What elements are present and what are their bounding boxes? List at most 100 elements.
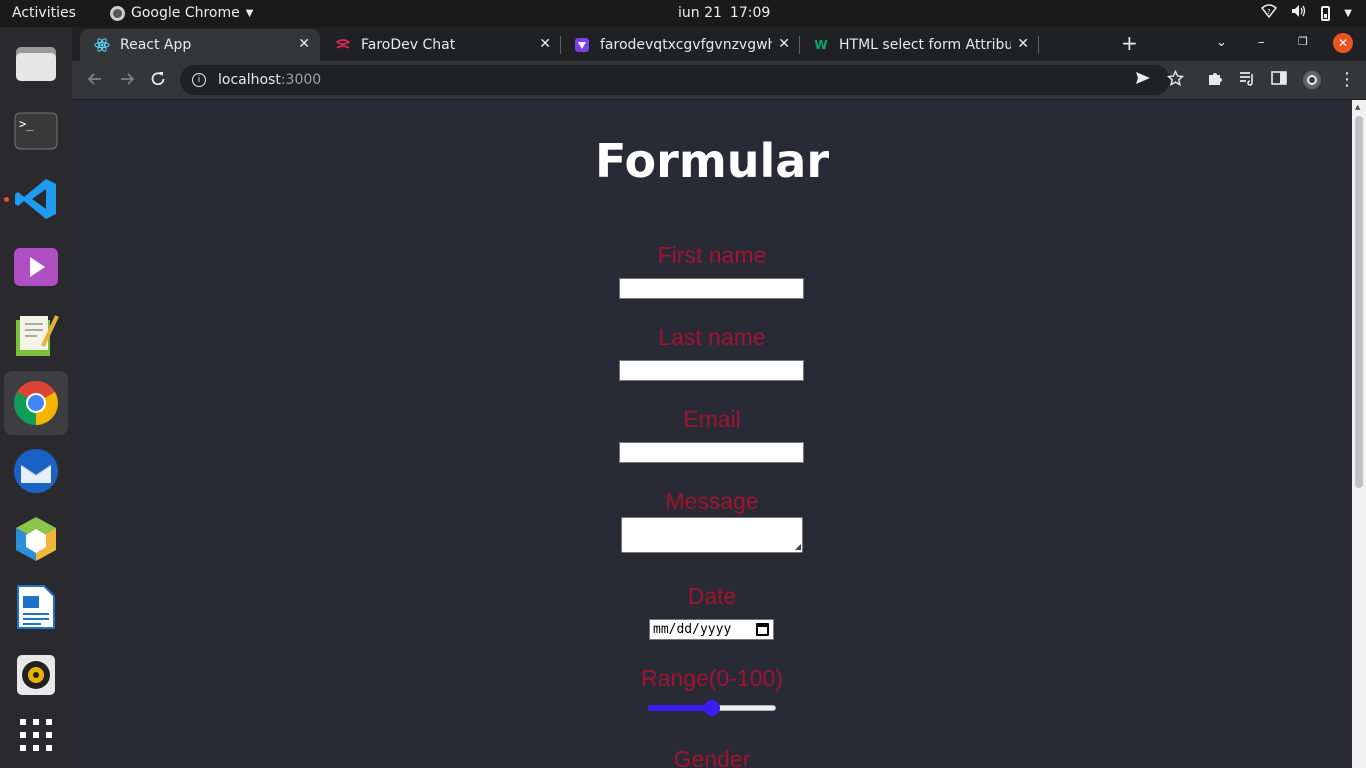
last-name-label: Last name xyxy=(658,324,766,350)
media-queue-icon[interactable] xyxy=(1239,70,1256,92)
app-menu-label: Google Chrome xyxy=(131,5,240,21)
tab-close-icon[interactable]: ✕ xyxy=(778,36,790,52)
chrome-icon xyxy=(14,381,58,425)
dock-virtualbox[interactable] xyxy=(4,507,68,571)
mail-icon xyxy=(14,449,58,493)
tab-strip: React App ✕ FaroDev Chat ✕ farodevqtxcgv… xyxy=(72,27,1366,61)
calendar-icon[interactable] xyxy=(756,623,769,636)
tab-title: React App xyxy=(120,37,192,53)
volume-icon xyxy=(1291,4,1307,22)
reload-button[interactable] xyxy=(149,70,167,93)
network-icon: ? xyxy=(1261,4,1278,22)
w3schools-favicon-icon: W xyxy=(814,38,828,52)
clock[interactable]: iun 21 17:09 xyxy=(678,5,770,21)
slider-fill xyxy=(648,705,712,711)
grid-icon xyxy=(20,719,52,751)
site-info-icon[interactable]: i xyxy=(192,73,206,87)
back-button[interactable] xyxy=(86,70,104,93)
dock-rhythmbox[interactable] xyxy=(4,643,68,707)
document-icon xyxy=(17,585,55,629)
svg-text:>_: >_ xyxy=(19,117,34,131)
new-tab-button[interactable]: + xyxy=(1121,33,1138,53)
chrome-menu-icon[interactable]: ⋮ xyxy=(1338,70,1356,90)
scrollbar-thumb[interactable] xyxy=(1355,116,1363,488)
range-label: Range(0-100) xyxy=(641,665,783,691)
power-menu-caret-icon: ▼ xyxy=(1344,7,1352,19)
profile-avatar[interactable] xyxy=(1302,70,1322,95)
reload-icon xyxy=(151,72,165,86)
react-favicon-icon xyxy=(94,37,110,53)
slider-thumb[interactable] xyxy=(704,700,720,716)
clock-time: 17:09 xyxy=(729,5,771,21)
page-scrollbar[interactable]: ▲ xyxy=(1352,100,1366,768)
caret-down-icon: ▼ xyxy=(245,7,254,19)
vscode-icon xyxy=(15,179,56,219)
url-host: localhost xyxy=(218,72,281,88)
tab-close-icon[interactable]: ✕ xyxy=(298,36,310,52)
system-top-bar: Activities Google Chrome ▼ iun 21 17:09 … xyxy=(0,0,1366,27)
cube-icon xyxy=(16,517,56,561)
tab-separator xyxy=(1038,36,1039,54)
dock-text-editor[interactable] xyxy=(4,303,68,367)
clock-date: iun 21 xyxy=(678,5,722,21)
tab-html-select[interactable]: W HTML select form Attribu ✕ xyxy=(799,29,1039,61)
last-name-input[interactable] xyxy=(619,360,804,381)
dock-writer[interactable] xyxy=(4,575,68,639)
dock-video[interactable] xyxy=(4,235,68,299)
forward-button[interactable] xyxy=(118,70,136,93)
tab-search-chevron-icon[interactable]: ⌄ xyxy=(1216,35,1227,50)
restore-button[interactable]: ❐ xyxy=(1298,35,1308,48)
notepad-icon xyxy=(16,315,59,356)
email-input[interactable] xyxy=(619,442,804,463)
tab-farodev-chat[interactable]: FaroDev Chat ✕ xyxy=(321,29,561,61)
tab-title: FaroDev Chat xyxy=(361,37,456,53)
puzzle-favicon-icon xyxy=(574,37,590,53)
chrome-mini-icon xyxy=(110,5,125,21)
activities-button[interactable]: Activities xyxy=(12,5,76,21)
send-tab-icon[interactable] xyxy=(1135,70,1151,91)
scroll-up-arrow-icon[interactable]: ▲ xyxy=(1355,103,1360,111)
first-name-input[interactable] xyxy=(619,278,804,299)
tab-close-icon[interactable]: ✕ xyxy=(539,36,551,52)
side-panel-icon[interactable] xyxy=(1271,70,1287,91)
address-bar[interactable]: i localhost:3000 xyxy=(180,65,1170,95)
email-label: Email xyxy=(683,406,741,432)
date-label: Date xyxy=(687,583,737,609)
dock-app-grid[interactable] xyxy=(4,703,68,767)
message-label: Message xyxy=(665,488,759,514)
date-placeholder: mm/dd/yyyy xyxy=(653,622,732,637)
tab-farodev-repo[interactable]: farodevqtxcgvfgvnzvgwh ✕ xyxy=(560,29,800,61)
dock-chrome[interactable] xyxy=(4,371,68,435)
bookmark-star-icon[interactable] xyxy=(1166,69,1185,92)
terminal-icon: >_ xyxy=(14,112,58,150)
page-title: Formular xyxy=(594,134,830,188)
battery-icon xyxy=(1321,5,1331,21)
resize-grip-icon[interactable]: ◢ xyxy=(795,543,801,551)
chat-favicon-icon xyxy=(335,37,351,53)
speaker-icon xyxy=(17,655,55,695)
app-menu[interactable]: Google Chrome ▼ xyxy=(110,5,253,21)
minimize-button[interactable]: – xyxy=(1258,35,1265,50)
tab-react-app[interactable]: React App ✕ xyxy=(80,29,320,61)
browser-toolbar: i localhost:3000 ⋮ xyxy=(72,61,1366,100)
date-input[interactable]: mm/dd/yyyy xyxy=(649,619,774,640)
dock: >_ xyxy=(0,27,72,768)
tab-title: HTML select form Attribu xyxy=(839,37,1011,53)
dock-thunderbird[interactable] xyxy=(4,439,68,503)
page-viewport: Formular First name Last name Email Mess… xyxy=(72,100,1352,768)
arrow-left-icon xyxy=(87,73,101,85)
extensions-puzzle-icon[interactable] xyxy=(1207,70,1224,92)
range-slider[interactable] xyxy=(648,700,776,716)
svg-text:?: ? xyxy=(1267,8,1271,16)
message-textarea[interactable]: ◢ xyxy=(621,517,803,553)
play-icon xyxy=(14,248,58,286)
system-tray[interactable]: ? ▼ xyxy=(1261,4,1352,22)
dock-vscode[interactable] xyxy=(4,167,68,231)
url-port: :3000 xyxy=(280,72,322,88)
tab-close-icon[interactable]: ✕ xyxy=(1017,36,1029,52)
folder-icon xyxy=(16,47,56,81)
tab-title: farodevqtxcgvfgvnzvgwh xyxy=(600,37,772,53)
dock-files[interactable] xyxy=(4,31,68,95)
window-close-button[interactable]: ✕ xyxy=(1333,33,1353,53)
dock-terminal[interactable]: >_ xyxy=(4,99,68,163)
